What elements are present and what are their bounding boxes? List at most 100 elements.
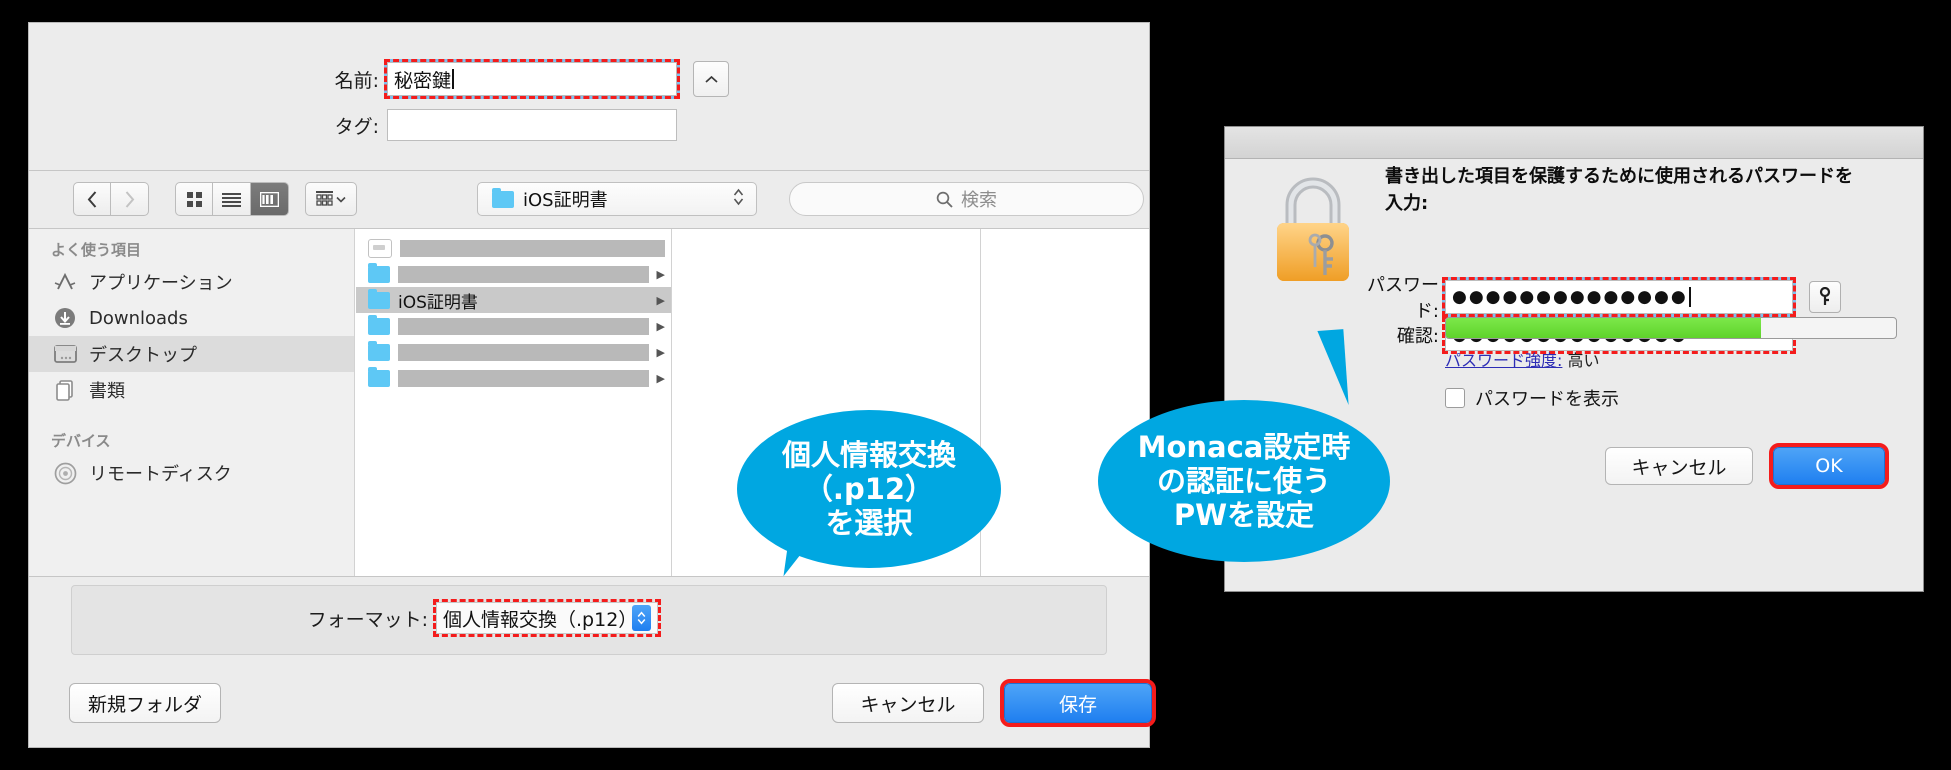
sidebar-item-label: デスクトップ (89, 345, 197, 366)
sidebar-item-label: Downloads (89, 307, 188, 329)
password-strength-bar (1445, 317, 1897, 339)
sidebar-item-applications[interactable]: アプリケーション (29, 264, 354, 300)
folder-icon (368, 366, 390, 387)
sidebar-item-label: 書類 (89, 381, 125, 402)
arrange-button[interactable] (305, 182, 357, 216)
chevron-right-icon (125, 190, 135, 208)
redacted-filename (398, 317, 649, 335)
table-row[interactable]: ▶ (356, 261, 671, 287)
format-label: フォーマット: (307, 608, 428, 631)
format-field-row: フォーマット: 個人情報交換（.p12） (288, 599, 661, 637)
view-mode-column-button[interactable] (251, 182, 289, 216)
up-down-arrows-icon (733, 187, 744, 212)
key-icon (1819, 287, 1831, 305)
folder-icon (368, 262, 390, 283)
callout-bubble-password: Monaca設定時 の認証に使う PWを設定 (1098, 400, 1390, 562)
callout-line: を選択 (825, 506, 913, 541)
view-mode-list-button[interactable] (213, 182, 251, 216)
show-password-checkbox[interactable] (1445, 388, 1465, 408)
password-input[interactable]: ●●●●●●●●●●●●●● (1442, 277, 1796, 317)
lock-with-keys-icon (1263, 167, 1363, 287)
search-input[interactable]: 検索 (789, 182, 1144, 216)
location-popup-button[interactable]: iOS証明書 (477, 182, 757, 216)
ok-button[interactable]: OK (1769, 443, 1889, 489)
search-icon (936, 191, 953, 208)
format-select[interactable]: 個人情報交換（.p12） (433, 599, 661, 637)
sidebar-item-documents[interactable]: 書類 (29, 372, 354, 408)
password-strength-value: 高い (1567, 351, 1600, 370)
name-input[interactable]: 秘密鍵 (384, 59, 680, 99)
show-password-checkbox-row[interactable]: パスワードを表示 (1445, 385, 1619, 411)
disclosure-triangle-icon: ▶ (656, 346, 665, 359)
sidebar-section-header-devices: デバイス (51, 432, 111, 450)
sidebar-section-header-partial (29, 499, 354, 531)
view-mode-icon-button[interactable] (175, 182, 213, 216)
back-button[interactable] (73, 182, 111, 216)
tag-input[interactable] (387, 109, 677, 141)
table-row[interactable]: ▶ (356, 313, 671, 339)
table-row[interactable]: iOS証明書 ▶ (356, 287, 671, 313)
save-button[interactable]: 保存 (1000, 679, 1156, 727)
sidebar-item-downloads[interactable]: Downloads (29, 300, 354, 336)
redacted-filename (398, 343, 649, 361)
grid-view-icon (186, 191, 202, 207)
new-folder-button[interactable]: 新規フォルダ (69, 683, 221, 723)
documents-icon (53, 378, 77, 402)
disclosure-triangle-icon: ▶ (656, 268, 665, 281)
file-icon (368, 238, 392, 258)
text-caret (452, 69, 455, 89)
name-field-row: 名前: 秘密鍵 (269, 59, 729, 99)
up-down-arrows-icon (631, 605, 651, 631)
text-caret (1688, 287, 1691, 307)
chevron-left-icon (87, 190, 96, 208)
cancel-button[interactable]: キャンセル (832, 683, 984, 723)
sidebar-item-label: リモートディスク (89, 464, 232, 485)
table-row[interactable]: ▶ (356, 339, 671, 365)
file-column-first: ▶ iOS証明書 ▶ ▶ ▶ ▶ (356, 229, 672, 576)
location-label: iOS証明書 (523, 190, 608, 211)
callout-tail-password (1317, 329, 1349, 407)
disclosure-triangle-icon: ▶ (656, 294, 665, 307)
sidebar-item-label: アプリケーション (89, 273, 233, 294)
show-password-label: パスワードを表示 (1475, 389, 1619, 410)
callout-line: PWを設定 (1173, 498, 1315, 533)
password-strength-label: パスワード強度: 高い (1445, 347, 1600, 371)
name-expand-button[interactable] (693, 61, 729, 97)
save-file-dialog: 名前: 秘密鍵 タグ: iOS証明書 検索 よく使う項目 アプリケーション Do… (28, 22, 1156, 748)
password-label: パスワード: (1367, 275, 1439, 322)
sidebar-item-remote-disc[interactable]: リモートディスク (29, 455, 354, 491)
redacted-filename (398, 369, 649, 387)
name-label: 名前: (334, 69, 379, 92)
redacted-filename (398, 265, 649, 283)
redacted-filename (400, 239, 665, 257)
callout-line: の認証に使う (1156, 463, 1331, 498)
sidebar-item-desktop[interactable]: デスクトップ (29, 336, 354, 372)
chevron-down-icon (336, 196, 346, 203)
disclosure-triangle-icon: ▶ (656, 320, 665, 333)
callout-bubble-format: 個人情報交換 （.p12） を選択 (737, 410, 1001, 568)
format-select-value: 個人情報交換（.p12） (443, 608, 638, 631)
tag-field-row: タグ: (269, 109, 677, 141)
sidebar-section-header-favorites: よく使う項目 (51, 241, 142, 259)
tag-label: タグ: (334, 115, 379, 138)
name-input-value: 秘密鍵 (394, 69, 452, 92)
disc-icon (53, 461, 77, 485)
password-strength-link[interactable]: パスワード強度: (1445, 351, 1562, 370)
password-assistant-button[interactable] (1809, 281, 1841, 313)
cancel-button[interactable]: キャンセル (1605, 447, 1753, 485)
sidebar: よく使う項目 アプリケーション Downloads デスクトップ 書類 デバイス… (29, 229, 355, 576)
folder-icon (368, 288, 390, 309)
arrange-icon (316, 191, 333, 206)
password-field-row: パスワード: ●●●●●●●●●●●●●● (1353, 271, 1841, 323)
chevron-up-icon (704, 75, 718, 83)
password-dialog-titlebar (1225, 127, 1923, 159)
table-row[interactable]: ▶ (356, 365, 671, 391)
table-row[interactable] (356, 235, 671, 261)
folder-icon (492, 187, 514, 208)
save-dialog-header: 名前: 秘密鍵 タグ: (29, 23, 1149, 171)
format-row: フォーマット: 個人情報交換（.p12） (71, 585, 1107, 655)
file-name: iOS証明書 (398, 292, 478, 313)
finder-toolbar: iOS証明書 検索 (29, 171, 1149, 229)
forward-button[interactable] (111, 182, 149, 216)
callout-line: 個人情報交換 (781, 437, 956, 472)
